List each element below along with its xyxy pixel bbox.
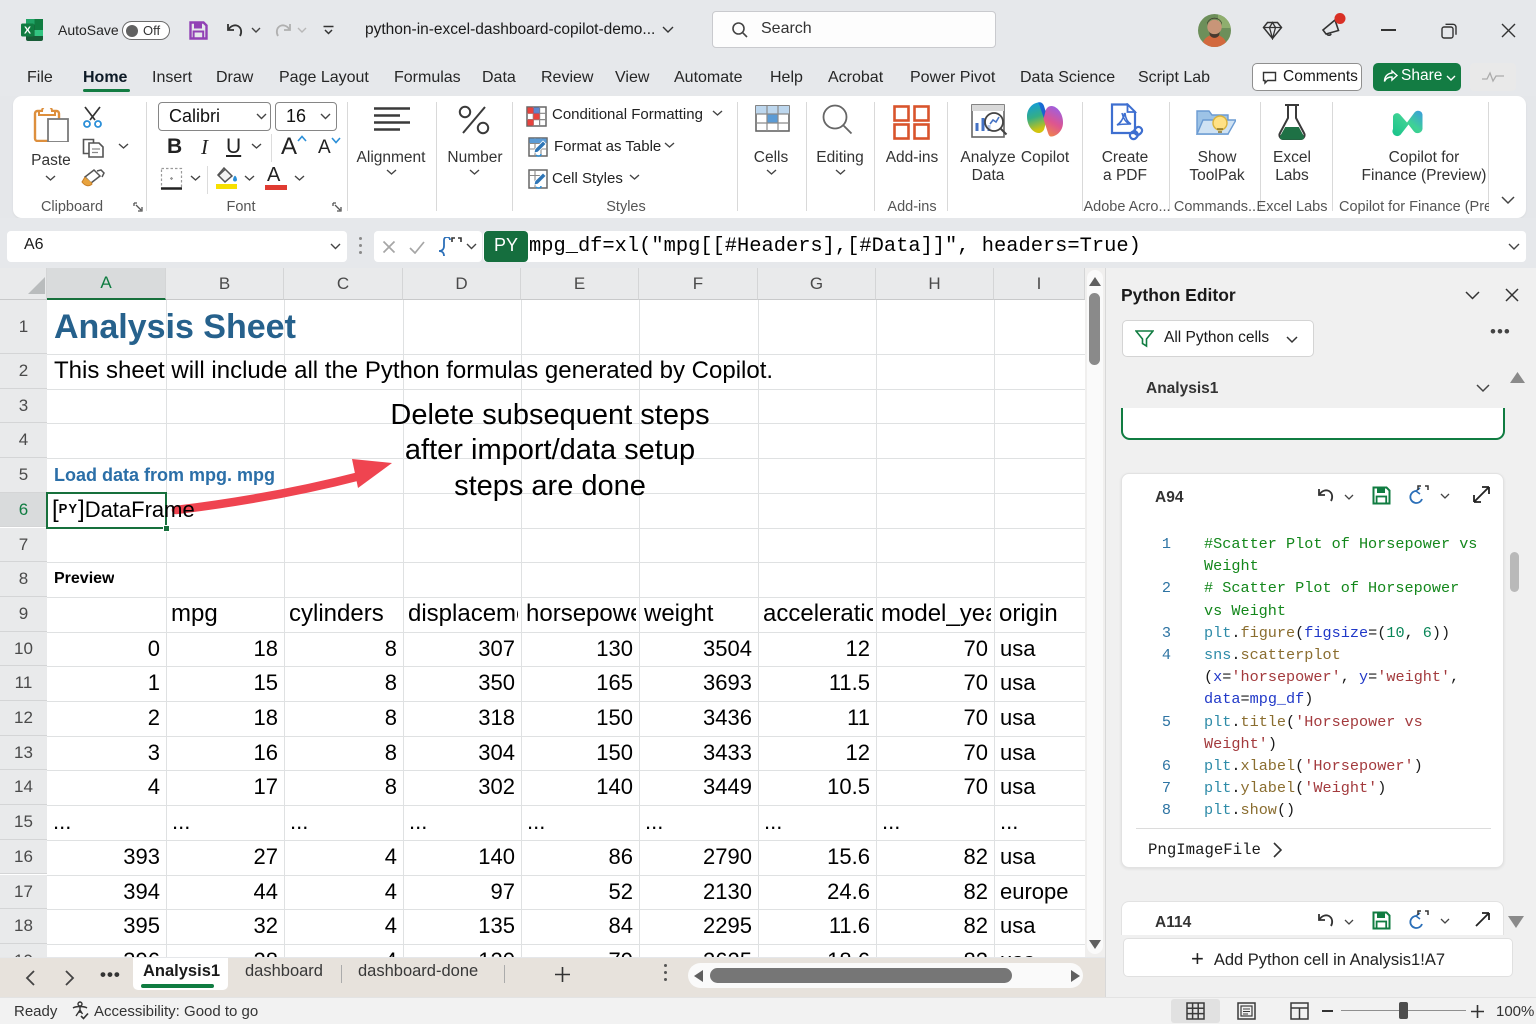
svg-text:X: X <box>24 25 31 37</box>
